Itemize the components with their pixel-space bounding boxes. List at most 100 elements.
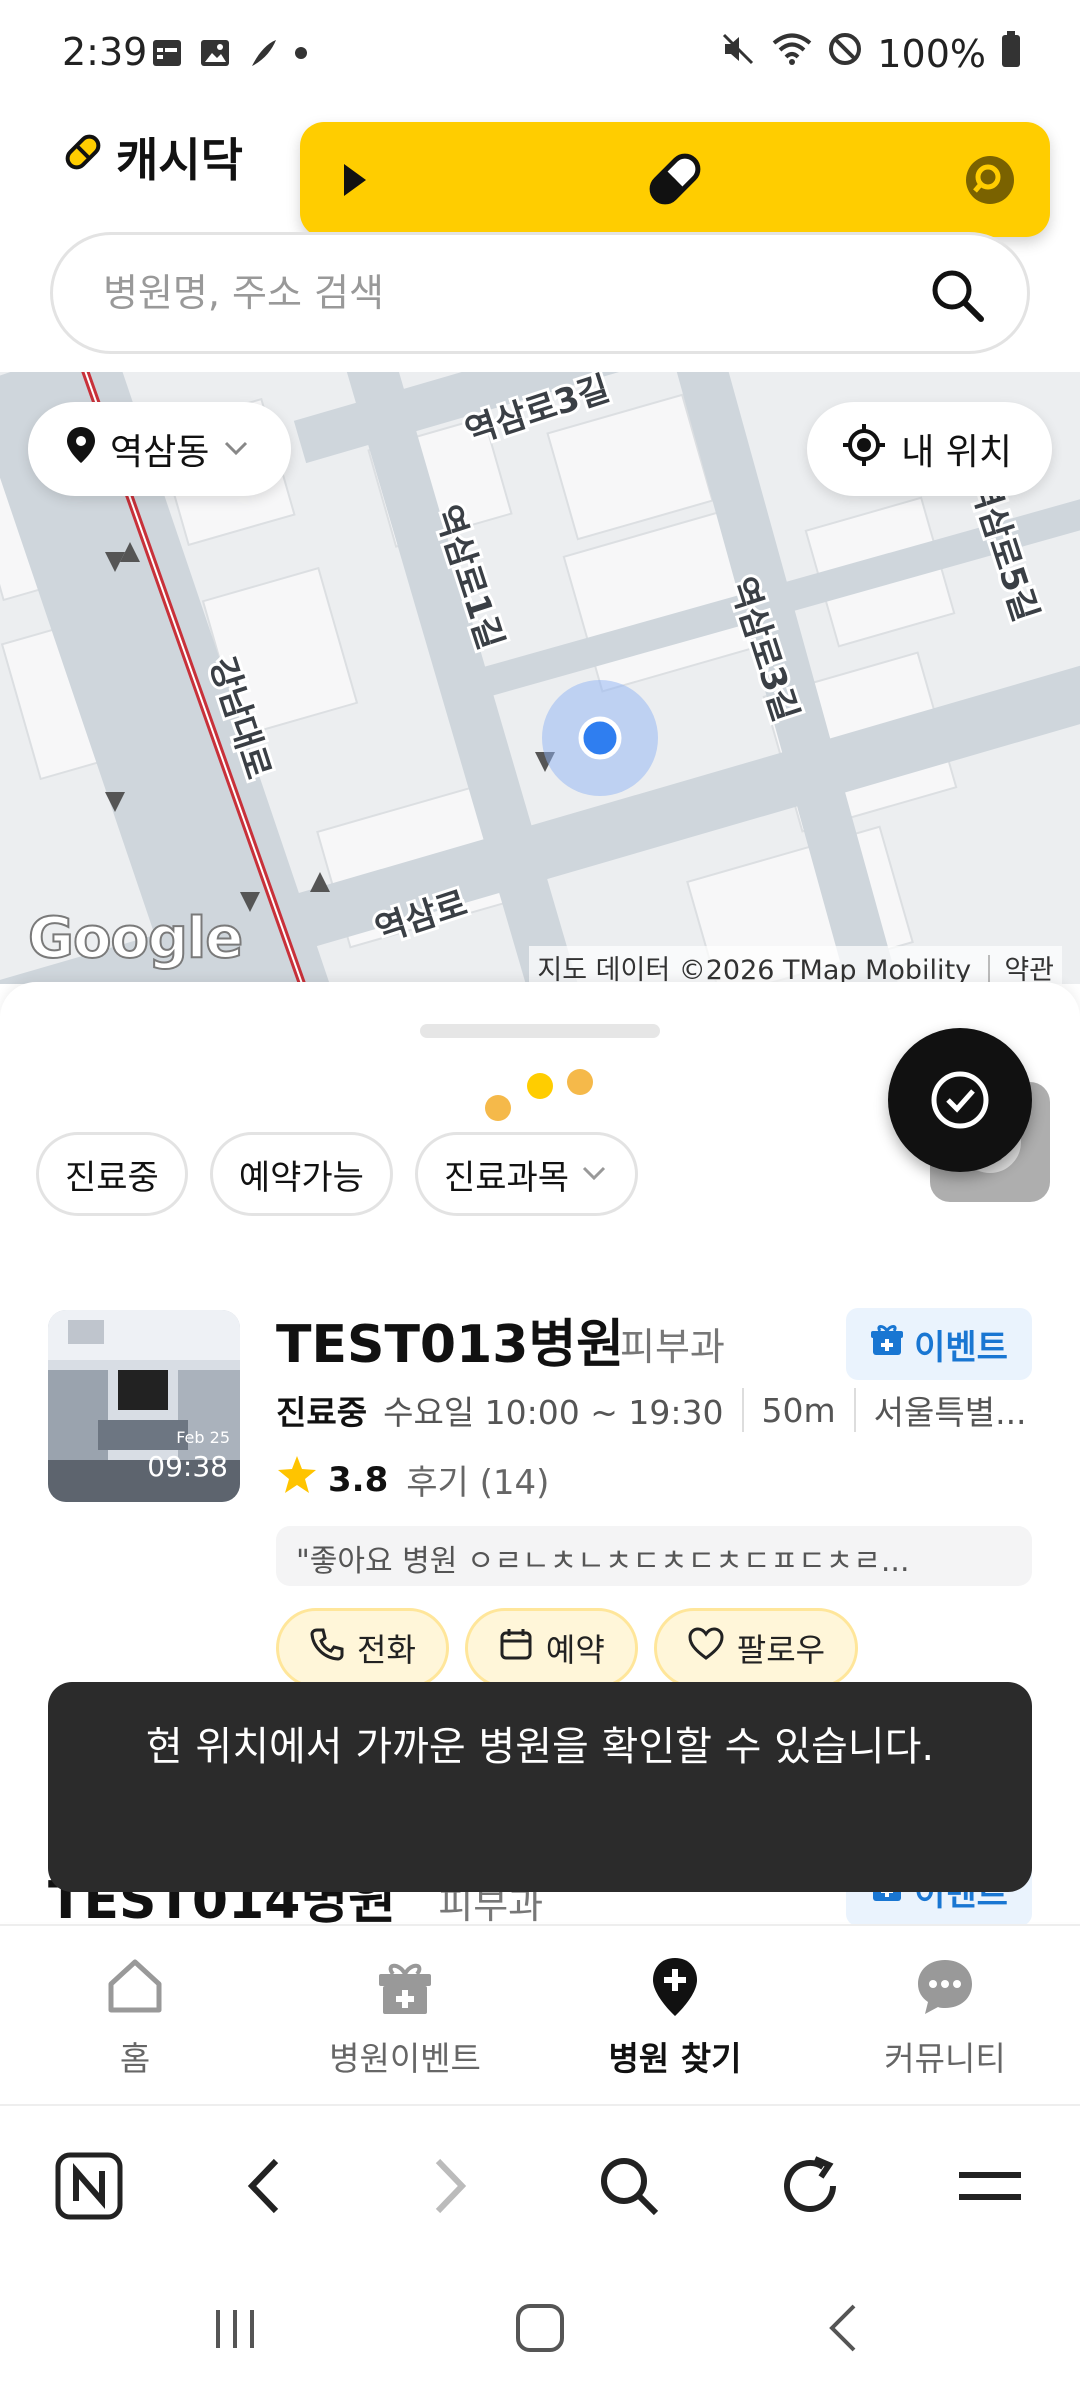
map-view[interactable]: 역삼로3길 역삼로1길 역삼로3길 역삼로5길 강남대로 역삼로 역삼동 내 위…: [0, 372, 1080, 984]
my-location-label: 내 위치: [901, 432, 1012, 473]
reserve-button[interactable]: 예약: [464, 1608, 638, 1688]
gift-box-icon: [373, 1954, 437, 2018]
google-logo: Google: [27, 905, 244, 972]
search-icon[interactable]: [927, 265, 987, 329]
battery-percent: 100%: [877, 31, 986, 76]
nav-label: 병원 찾기: [608, 2039, 742, 2078]
naver-home-icon[interactable]: [54, 2151, 124, 2221]
search-magnifier-icon[interactable]: [964, 154, 1016, 210]
nav-label: 병원이벤트: [329, 2039, 481, 2078]
app-logo[interactable]: 캐시닥: [60, 124, 243, 190]
rating-score: 3.8: [328, 1459, 389, 1500]
gift-icon: [870, 1323, 904, 1366]
status-bar: 2:39 100%: [0, 0, 1080, 110]
review-count[interactable]: 후기 (14): [406, 1455, 549, 1504]
hospital-name[interactable]: TEST013병원: [276, 1302, 624, 1377]
hospital-department: 피부과: [620, 1325, 725, 1369]
divider: [741, 1388, 744, 1432]
chevron-down-icon: [221, 429, 251, 470]
menu-icon[interactable]: [955, 2151, 1025, 2221]
calendar-icon: [498, 1626, 534, 1670]
filter-reservable[interactable]: 예약가능: [209, 1132, 393, 1216]
back-arrow-icon[interactable]: [232, 2151, 302, 2221]
status-time: 2:39: [62, 30, 148, 74]
sheet-handle[interactable]: [420, 1024, 660, 1038]
gallery-notif-icon: [198, 36, 232, 70]
status-right: 100%: [719, 30, 1022, 77]
terms-link[interactable]: 약관: [988, 955, 1054, 984]
action-buttons: 전화 예약 팔로우: [276, 1608, 859, 1688]
back-button-icon[interactable]: [820, 2302, 870, 2358]
system-navigation: [0, 2254, 1080, 2400]
filter-label: 진료과목: [443, 1157, 570, 1198]
crosshair-icon: [841, 422, 887, 477]
call-label: 전화: [357, 1631, 416, 1669]
recent-apps-icon[interactable]: [210, 2304, 260, 2358]
toast-message: 현 위치에서 가까운 병원을 확인할 수 있습니다.: [48, 1682, 1032, 1892]
check-fab-button[interactable]: [888, 1028, 1032, 1172]
filter-label: 예약가능: [238, 1157, 364, 1198]
search-input[interactable]: [103, 263, 903, 323]
thumb-date: Feb 25: [176, 1428, 230, 1447]
hospital-thumbnail: Feb 25 09:38: [48, 1310, 240, 1502]
filter-chips: 진료중 예약가능 진료과목: [36, 1132, 639, 1216]
no-disturb-icon: [827, 31, 863, 76]
nav-label: 커뮤니티: [884, 2039, 1006, 2078]
chevron-down-icon: [579, 1154, 609, 1194]
rating-row: 3.8 후기 (14): [276, 1454, 549, 1505]
notification-icons: [150, 36, 308, 70]
map-attribution: 지도 데이터 ©2026 TMap Mobility 약관: [529, 946, 1062, 984]
follow-button[interactable]: 팔로우: [653, 1608, 859, 1688]
event-button[interactable]: 이벤트: [846, 1308, 1032, 1380]
location-name: 역삼동: [110, 432, 210, 473]
forward-arrow-icon[interactable]: [412, 2151, 482, 2221]
nav-find-hospital[interactable]: 병원 찾기: [565, 1954, 785, 2080]
search-bar[interactable]: [50, 232, 1030, 354]
dot-notif-icon: [294, 36, 308, 70]
distance: 50m: [761, 1390, 836, 1430]
refresh-icon[interactable]: [775, 2151, 845, 2221]
hospital-info-row: 진료중 수요일 10:00 ~ 19:30 50m 서울특별...: [276, 1386, 1027, 1434]
address: 서울특별...: [873, 1393, 1027, 1432]
attribution-text: 지도 데이터 ©2026 TMap Mobility: [537, 955, 972, 984]
loading-dots-icon: [485, 1069, 593, 1121]
nav-community[interactable]: 커뮤니티: [835, 1954, 1055, 2080]
nav-hospital-events[interactable]: 병원이벤트: [295, 1954, 515, 2080]
feather-notif-icon: [246, 36, 280, 70]
opening-hours: 수요일 10:00 ~ 19:30: [383, 1393, 724, 1432]
my-location-button[interactable]: 내 위치: [807, 402, 1052, 496]
search-icon[interactable]: [594, 2151, 664, 2221]
bottom-navigation: 홈 병원이벤트 병원 찾기 커뮤니티: [0, 1924, 1080, 2104]
thumb-time: 09:38: [147, 1450, 228, 1483]
play-icon[interactable]: [340, 160, 370, 204]
pill-logo-icon: [60, 129, 106, 186]
review-snippet[interactable]: "좋아요 병원 ㅇㄹㄴㅊㄴㅊㄷㅊㄷㅊㄷㅍㄷㅊㄹ...: [276, 1526, 1032, 1586]
filter-label: 진료중: [65, 1157, 159, 1198]
follow-label: 팔로우: [736, 1631, 826, 1669]
battery-icon: [1000, 30, 1022, 77]
browser-toolbar: [0, 2104, 1080, 2254]
filter-department[interactable]: 진료과목: [414, 1132, 639, 1216]
open-status: 진료중: [276, 1393, 368, 1432]
hospital-pin-icon: [643, 1954, 707, 2018]
divider: [853, 1388, 856, 1432]
location-pin-icon: [64, 425, 98, 474]
filter-open-now[interactable]: 진료중: [36, 1132, 188, 1216]
heart-icon: [687, 1626, 725, 1670]
calendar-notif-icon: [150, 36, 184, 70]
reserve-label: 예약: [545, 1631, 605, 1669]
wifi-icon: [771, 30, 813, 77]
phone-icon: [309, 1626, 345, 1670]
pill-icon: [640, 144, 710, 218]
location-selector[interactable]: 역삼동: [28, 402, 292, 496]
nav-home[interactable]: 홈: [25, 1954, 245, 2080]
check-circle-icon: [931, 1071, 989, 1129]
home-icon: [103, 1954, 167, 2018]
home-button-icon[interactable]: [514, 2302, 566, 2358]
star-icon: [276, 1454, 318, 1505]
mute-icon: [719, 30, 757, 77]
event-label: 이벤트: [914, 1327, 1008, 1368]
nav-label: 홈: [119, 2039, 151, 2078]
call-button[interactable]: 전화: [276, 1608, 449, 1688]
floating-reward-bar[interactable]: [300, 122, 1050, 237]
